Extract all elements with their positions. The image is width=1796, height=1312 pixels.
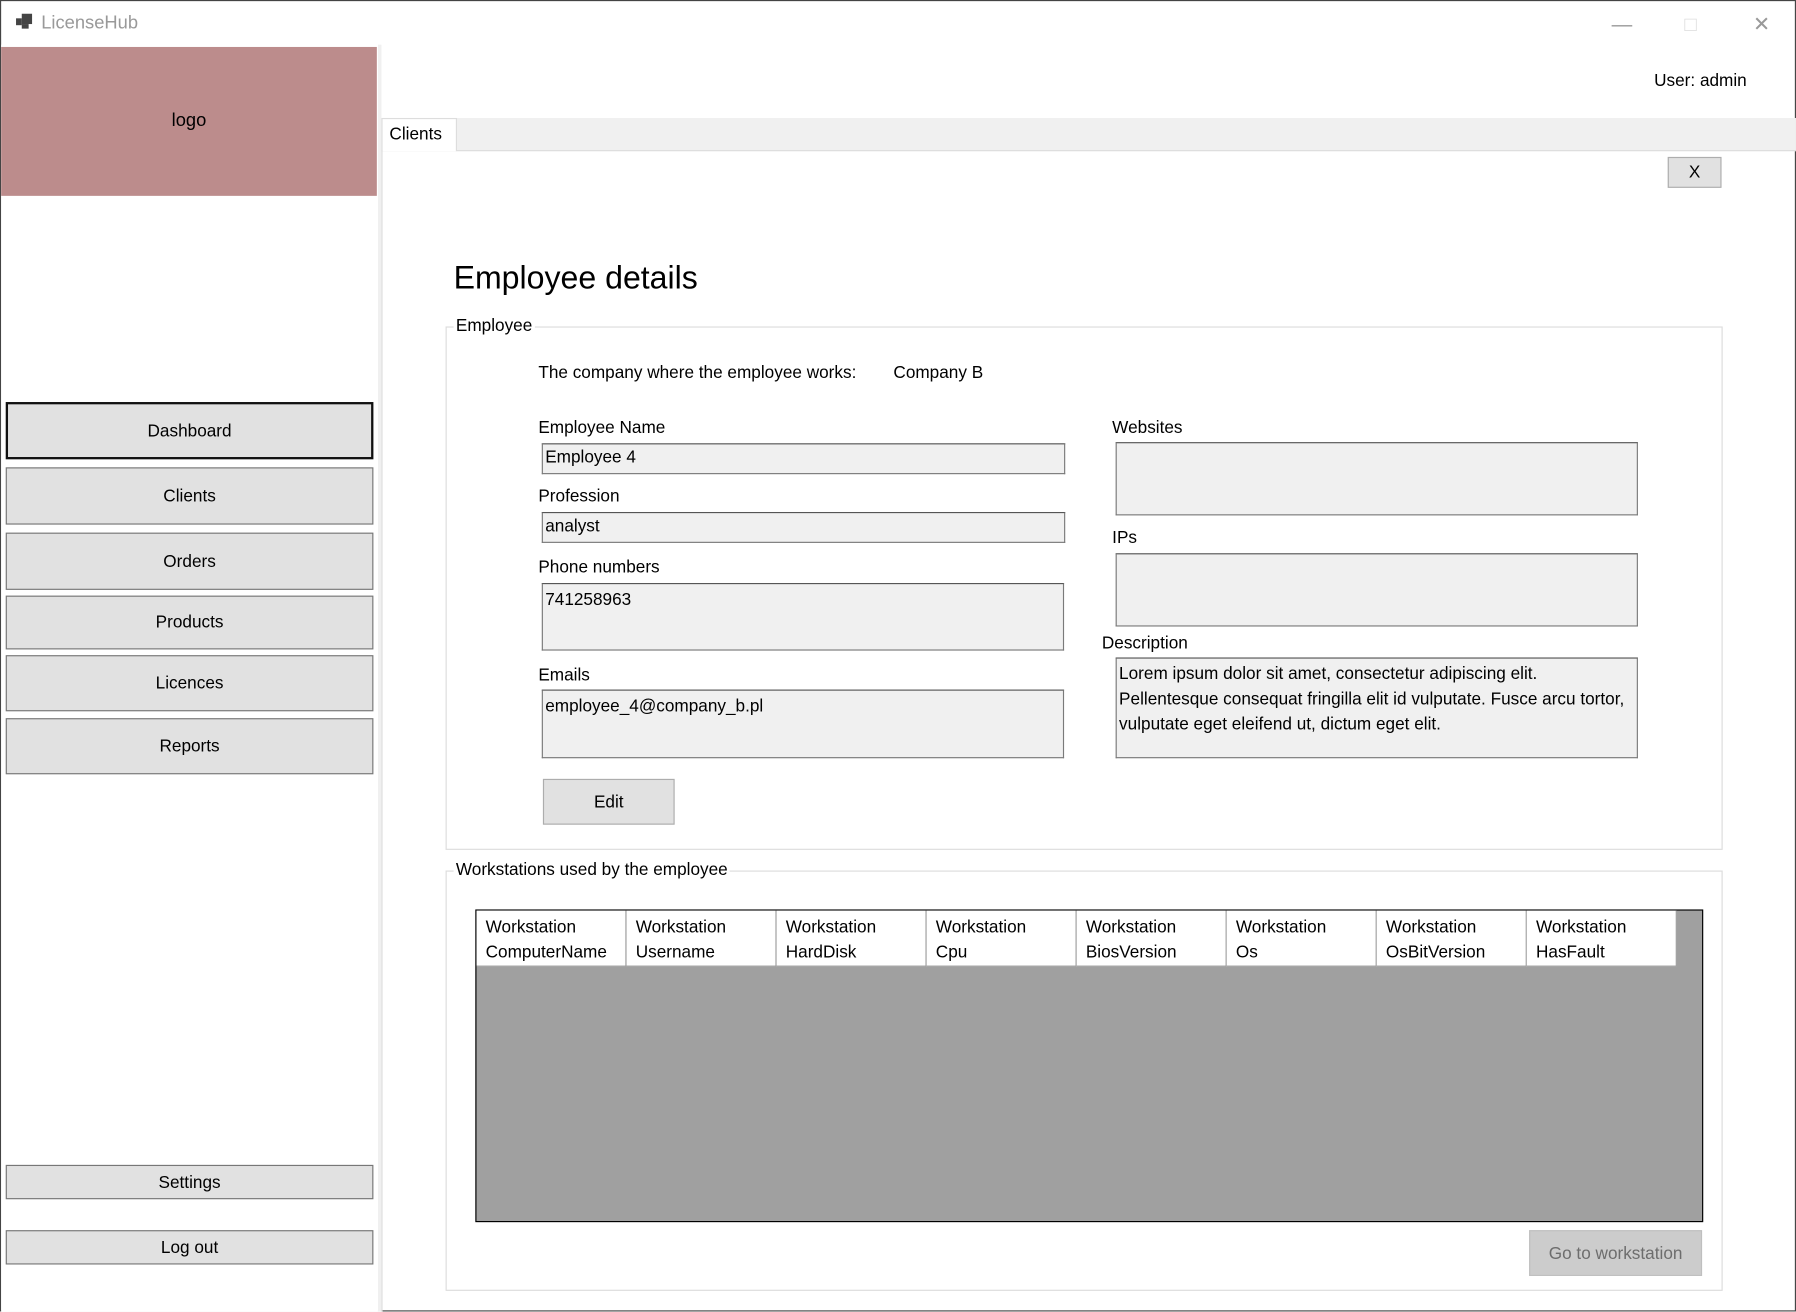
maximize-icon[interactable]: □ (1673, 10, 1707, 37)
column-header[interactable]: Workstation Os (1226, 910, 1377, 967)
tab-clients[interactable]: Clients (381, 117, 458, 152)
phone-numbers-label: Phone numbers (538, 557, 660, 578)
sidebar-item-licences[interactable]: Licences (5, 655, 374, 712)
workstations-group-legend: Workstations used by the employee (453, 860, 731, 880)
column-header[interactable]: Workstation BiosVersion (1076, 910, 1227, 967)
column-header[interactable]: Workstation ComputerName (476, 910, 627, 967)
sidebar-item-orders[interactable]: Orders (5, 532, 374, 590)
page-title: Employee details (453, 260, 698, 296)
workstations-table[interactable]: Workstation ComputerName Workstation User… (475, 909, 1704, 1223)
employee-name-label: Employee Name (538, 418, 666, 438)
window-title: LicenseHub (41, 13, 139, 34)
phone-numbers-input[interactable]: 741258963 (541, 583, 1065, 651)
company-value: Company B (893, 363, 984, 383)
title-bar: LicenseHub — □ ✕ (1, 1, 1795, 45)
app-icon (16, 13, 34, 30)
ips-input[interactable] (1115, 553, 1638, 627)
column-header[interactable]: Workstation OsBitVersion (1376, 910, 1527, 967)
emails-input[interactable]: employee_4@company_b.pl (541, 689, 1065, 759)
logo: logo (1, 46, 377, 196)
description-label: Description (1101, 633, 1188, 653)
app-window: LicenseHub — □ ✕ logo Dashboard Clients … (0, 0, 1796, 1312)
column-header[interactable]: Workstation Cpu (926, 910, 1077, 967)
ips-label: IPs (1112, 528, 1138, 548)
tab-strip (381, 117, 1796, 152)
description-input[interactable]: Lorem ipsum dolor sit amet, consectetur … (1115, 657, 1638, 759)
sidebar-item-reports[interactable]: Reports (5, 718, 374, 775)
go-to-workstation-button[interactable]: Go to workstation (1529, 1230, 1703, 1276)
websites-label: Websites (1112, 418, 1183, 438)
column-header[interactable]: Workstation HardDisk (776, 910, 927, 967)
profession-label: Profession (538, 486, 620, 507)
table-header: Workstation ComputerName Workstation User… (476, 910, 1677, 967)
minimize-icon[interactable]: — (1605, 10, 1639, 37)
column-header[interactable]: Workstation Username (626, 910, 777, 967)
employee-name-input[interactable]: Employee 4 (541, 443, 1066, 475)
employee-group-legend: Employee (453, 316, 535, 336)
company-label: The company where the employee works: (538, 363, 857, 383)
sidebar-item-products[interactable]: Products (5, 595, 374, 650)
current-user: User: admin (1654, 71, 1747, 91)
emails-label: Emails (538, 665, 590, 685)
profession-input[interactable]: analyst (541, 511, 1066, 543)
close-icon[interactable]: ✕ (1744, 10, 1778, 37)
column-header[interactable]: Workstation HasFault (1526, 910, 1677, 967)
sidebar-item-dashboard[interactable]: Dashboard (5, 402, 374, 460)
sidebar-item-clients[interactable]: Clients (5, 467, 374, 525)
websites-input[interactable] (1115, 442, 1638, 516)
settings-button[interactable]: Settings (5, 1164, 374, 1200)
close-details-button[interactable]: X (1667, 156, 1722, 188)
edit-button[interactable]: Edit (542, 778, 675, 825)
logout-button[interactable]: Log out (5, 1230, 374, 1265)
